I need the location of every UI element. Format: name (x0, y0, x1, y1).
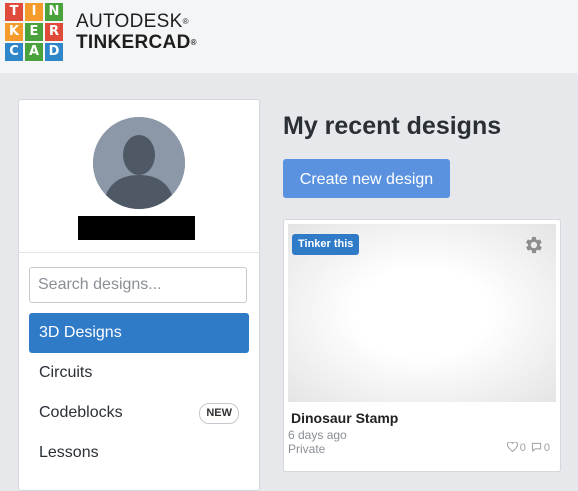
sidebar-item-circuits[interactable]: Circuits (29, 353, 249, 393)
registered-mark: ® (190, 38, 197, 47)
comments-count: 0 (543, 442, 550, 454)
design-card[interactable]: Tinker this Dinosaur Stamp 6 days ago Pr… (283, 219, 561, 472)
sidebar: 3D Designs Circuits Codeblocks NEW Lesso… (18, 99, 260, 491)
avatar[interactable] (93, 117, 185, 209)
comment-icon (531, 442, 541, 453)
sidebar-item-label: Lessons (39, 444, 99, 461)
logo-tile: I (25, 3, 43, 21)
heart-icon (506, 441, 518, 453)
logo-tile: E (25, 23, 43, 41)
top-header: T I N K E R C A D AUTODESK® TINKERCAD® (0, 0, 578, 73)
design-privacy: Private (288, 442, 326, 456)
logo-tile: T (5, 3, 23, 21)
sidebar-item-3d-designs[interactable]: 3D Designs (29, 313, 249, 353)
likes-count: 0 (519, 442, 526, 454)
search-input[interactable] (29, 267, 247, 303)
design-stats: 0 0 (506, 441, 550, 454)
sidebar-item-label: Codeblocks (39, 404, 123, 421)
logo-tile: A (25, 43, 43, 61)
sidebar-item-label: Circuits (39, 364, 93, 381)
sidebar-item-codeblocks[interactable]: Codeblocks NEW (29, 393, 249, 433)
divider (19, 252, 259, 253)
sidebar-item-lessons[interactable]: Lessons (29, 433, 249, 473)
create-new-design-button[interactable]: Create new design (283, 159, 450, 198)
design-timestamp: 6 days ago (288, 428, 347, 442)
brand-wordmark: AUTODESK® TINKERCAD® (76, 12, 197, 54)
logo-tile: N (45, 3, 63, 21)
design-thumbnail[interactable]: Tinker this (288, 224, 556, 402)
logo-tile: C (5, 43, 23, 61)
registered-mark: ® (182, 17, 189, 26)
logo-tile: D (45, 43, 63, 61)
user-silhouette-icon (93, 117, 185, 209)
brand-autodesk: AUTODESK (76, 11, 183, 32)
tinker-this-badge[interactable]: Tinker this (292, 234, 360, 255)
redacted-username (78, 216, 195, 240)
sidebar-item-label: 3D Designs (39, 324, 122, 341)
gear-icon[interactable] (522, 234, 544, 256)
design-title[interactable]: Dinosaur Stamp (291, 410, 398, 426)
brand-tinkercad: TINKERCAD (76, 32, 191, 53)
page-title: My recent designs (283, 112, 502, 140)
logo-tile: R (45, 23, 63, 41)
new-badge: NEW (199, 403, 239, 424)
logo-tile: K (5, 23, 23, 41)
